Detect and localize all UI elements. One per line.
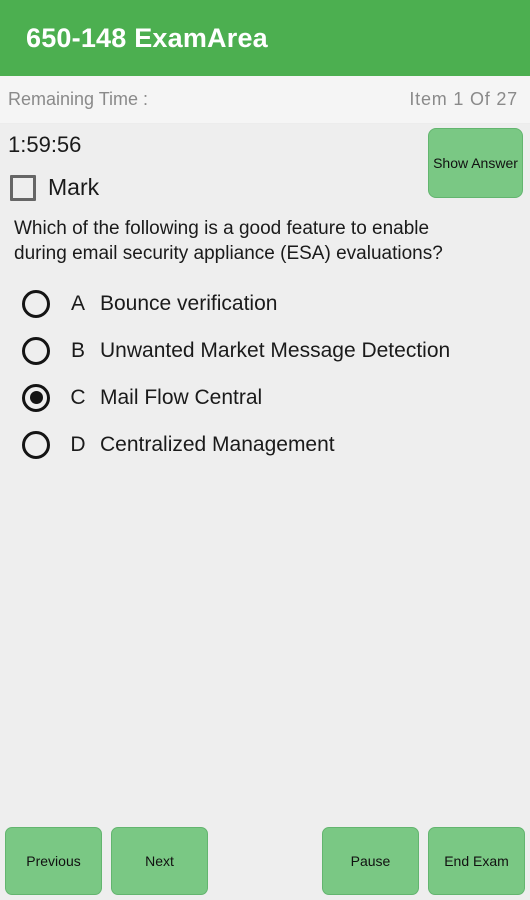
nav-button-group-left: Previous Next — [5, 827, 208, 895]
option-letter-c: C — [70, 385, 86, 409]
mark-checkbox[interactable] — [10, 174, 36, 201]
answer-options-list: A Bounce verification B Unwanted Market … — [0, 280, 530, 468]
option-text-d: Centralized Management — [100, 432, 335, 456]
option-d[interactable]: D Centralized Management — [22, 421, 530, 468]
app-bar: 650-148 ExamArea — [0, 0, 530, 76]
radio-button-b[interactable] — [22, 336, 50, 365]
question-text: Which of the following is a good feature… — [14, 218, 443, 264]
option-letter-b: B — [70, 338, 85, 362]
option-a[interactable]: A Bounce verification — [22, 280, 530, 327]
option-text-b: Unwanted Market Message Detection — [100, 338, 451, 362]
radio-button-d[interactable] — [22, 430, 50, 459]
mark-label: Mark — [48, 174, 100, 200]
option-text-a: Bounce verification — [100, 291, 278, 315]
radio-button-a[interactable] — [22, 289, 50, 318]
remaining-time-label: Remaining Time : — [8, 89, 149, 109]
radio-button-c[interactable] — [22, 383, 50, 412]
app-title: 650-148 ExamArea — [26, 22, 268, 53]
option-c[interactable]: C Mail Flow Central — [22, 374, 530, 421]
option-text-c: Mail Flow Central — [100, 385, 263, 409]
mark-question-row[interactable]: Mark — [10, 174, 99, 201]
option-letter-d: D — [70, 432, 86, 456]
option-letter-a: A — [70, 291, 85, 315]
previous-button[interactable]: Previous — [5, 827, 102, 895]
status-strip: Remaining Time : Item 1 Of 27 — [0, 76, 530, 124]
meta-area: 1:59:56 Mark Show Answer — [0, 124, 530, 216]
pause-button[interactable]: Pause — [322, 827, 419, 895]
bottom-navigation-bar: Previous Next Pause End Exam — [0, 822, 530, 900]
end-exam-button[interactable]: End Exam — [428, 827, 525, 895]
item-progress-label: Item 1 Of 27 — [409, 89, 518, 109]
nav-button-group-right: Pause End Exam — [322, 827, 525, 895]
show-answer-button[interactable]: Show Answer — [428, 128, 523, 198]
countdown-timer: 1:59:56 — [8, 132, 82, 157]
next-button[interactable]: Next — [111, 827, 208, 895]
option-b[interactable]: B Unwanted Market Message Detection — [22, 327, 530, 374]
